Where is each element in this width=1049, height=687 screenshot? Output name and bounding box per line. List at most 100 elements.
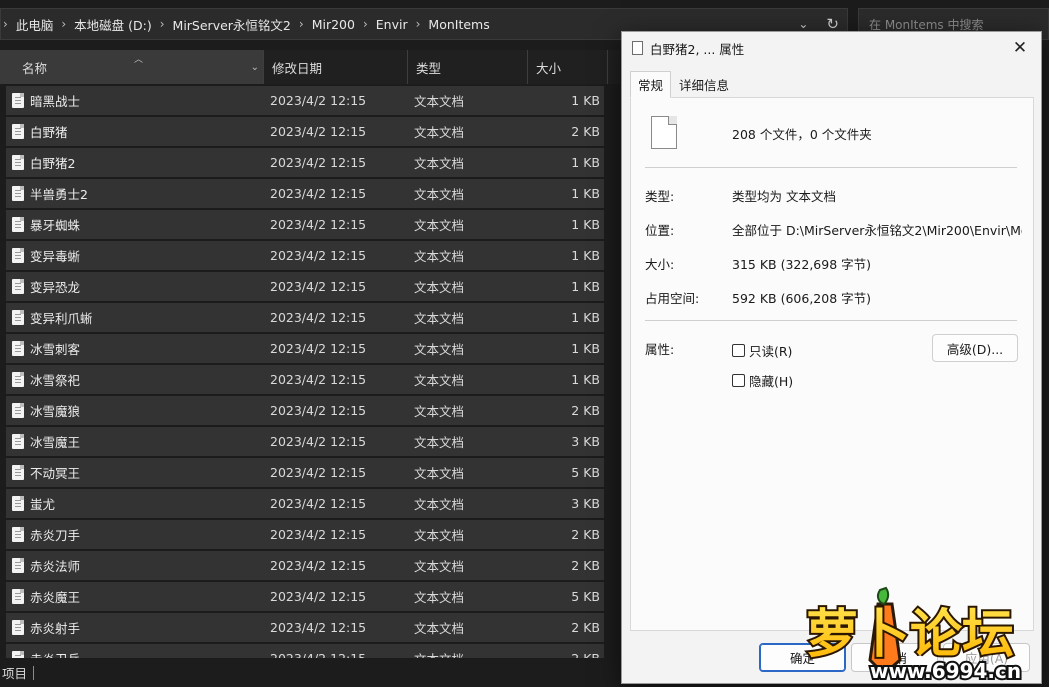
chevron-right-icon[interactable]: › (160, 17, 165, 31)
file-type: 文本文档 (414, 125, 465, 140)
file-size: 1 KB (571, 341, 600, 356)
file-list: 暗黑战士 2023/4/2 12:15 文本文档 1 KB 白野猪 2023/4/2 12… (0, 85, 620, 658)
column-header-name[interactable]: ︿ 名称 ⌄ (0, 50, 264, 84)
ok-button[interactable]: 确定 (759, 643, 846, 672)
text-file-icon (12, 527, 24, 542)
file-row[interactable]: 不动冥王 2023/4/2 12:15 文本文档 5 KB (6, 458, 604, 487)
file-date: 2023/4/2 12:15 (270, 496, 367, 511)
breadcrumb-item-monitems[interactable]: MonItems (428, 17, 489, 32)
file-row[interactable]: 赤炎魔王 2023/4/2 12:15 文本文档 5 KB (6, 582, 604, 611)
file-row[interactable]: 白野猪 2023/4/2 12:15 文本文档 2 KB (6, 117, 604, 146)
file-type: 文本文档 (414, 342, 465, 357)
text-file-icon (12, 589, 24, 604)
text-file-icon (12, 403, 24, 418)
document-icon (632, 41, 643, 55)
location-label: 位置: (645, 223, 675, 238)
file-row[interactable]: 蚩尤 2023/4/2 12:15 文本文档 3 KB (6, 489, 604, 518)
file-size: 3 KB (571, 434, 600, 449)
file-size: 2 KB (571, 651, 600, 658)
file-name: 白野猪2 (30, 156, 76, 171)
sort-ascending-icon: ︿ (134, 55, 144, 65)
tab-details[interactable]: 详细信息 (671, 71, 737, 98)
file-row[interactable]: 半兽勇士2 2023/4/2 12:15 文本文档 1 KB (6, 179, 604, 208)
file-date: 2023/4/2 12:15 (270, 124, 367, 139)
file-date: 2023/4/2 12:15 (270, 651, 366, 658)
status-divider (33, 665, 35, 680)
file-type: 文本文档 (414, 621, 465, 636)
file-date: 2023/4/2 12:15 (270, 155, 367, 170)
advanced-button[interactable]: 高级(D)... (932, 334, 1018, 362)
divider (645, 167, 1017, 168)
file-size: 1 KB (571, 186, 600, 201)
file-row[interactable]: 暗黑战士 2023/4/2 12:15 文本文档 1 KB (6, 86, 604, 115)
file-count-text: 208 个文件，0 个文件夹 (732, 127, 872, 142)
multiple-files-icon (647, 116, 677, 156)
file-row[interactable]: 赤炎法师 2023/4/2 12:15 文本文档 2 KB (6, 551, 604, 580)
checkbox-box[interactable] (732, 344, 745, 357)
cancel-button[interactable]: 取消 (851, 643, 938, 672)
file-row[interactable]: 冰雪刺客 2023/4/2 12:15 文本文档 1 KB (6, 334, 604, 363)
chevron-right-icon[interactable]: › (61, 17, 66, 31)
breadcrumb-item-mirserver[interactable]: MirServer永恒铭文2 (173, 15, 291, 34)
file-type: 文本文档 (414, 649, 464, 658)
text-file-icon (12, 558, 24, 573)
chevron-right-icon[interactable]: › (416, 17, 421, 31)
file-type: 文本文档 (414, 590, 465, 605)
file-type: 文本文档 (414, 404, 465, 419)
file-name: 赤炎刀手 (30, 528, 81, 543)
chevron-right-icon[interactable]: › (299, 17, 304, 31)
size-value: 315 KB (322,698 字节) (732, 257, 871, 272)
file-row[interactable]: 变异恐龙 2023/4/2 12:15 文本文档 1 KB (6, 272, 604, 301)
column-header-type[interactable]: 类型 (408, 50, 528, 84)
file-row[interactable]: 变异利爪蜥 2023/4/2 12:15 文本文档 1 KB (6, 303, 604, 332)
readonly-checkbox[interactable]: 只读(R) (732, 341, 792, 360)
text-file-icon (12, 93, 24, 108)
apply-button[interactable]: 应用(A) (943, 643, 1030, 672)
file-type: 文本文档 (414, 218, 465, 233)
general-panel: 208 个文件，0 个文件夹 类型: 类型均为 文本文档 位置: 全部位于 D:… (630, 97, 1034, 631)
file-row[interactable]: 赤炎射手 2023/4/2 12:15 文本文档 2 KB (6, 613, 604, 642)
file-name: 不动冥王 (30, 466, 81, 481)
breadcrumb-item-drive-d[interactable]: 本地磁盘 (D:) (74, 15, 152, 34)
chevron-down-icon[interactable]: ⌄ (798, 17, 808, 31)
column-header-date[interactable]: 修改日期 (264, 50, 408, 84)
properties-dialog: 白野猪2, ... 属性 ✕ 常规 详细信息 208 个文件，0 个文件夹 类型… (621, 31, 1042, 684)
tab-general[interactable]: 常规 (630, 71, 672, 98)
chevron-right-icon[interactable]: › (363, 17, 368, 31)
file-row[interactable]: 赤炎卫兵 2023/4/2 12:15 文本文档 2 KB (6, 644, 604, 658)
file-name: 白野猪 (30, 125, 68, 140)
file-type: 文本文档 (414, 249, 465, 264)
hidden-checkbox[interactable]: 隐藏(H) (732, 371, 793, 390)
text-file-icon (12, 651, 24, 658)
file-type: 文本文档 (414, 528, 465, 543)
text-file-icon (12, 186, 24, 201)
file-name: 赤炎卫兵 (30, 649, 80, 658)
breadcrumb-item-mir200[interactable]: Mir200 (312, 17, 355, 32)
file-row[interactable]: 冰雪祭祀 2023/4/2 12:15 文本文档 1 KB (6, 365, 604, 394)
dialog-titlebar[interactable]: 白野猪2, ... 属性 ✕ (622, 32, 1041, 64)
close-icon[interactable]: ✕ (999, 32, 1041, 64)
text-file-icon (12, 465, 24, 480)
text-file-icon (12, 248, 24, 263)
file-row[interactable]: 变异毒蜥 2023/4/2 12:15 文本文档 1 KB (6, 241, 604, 270)
file-row[interactable]: 赤炎刀手 2023/4/2 12:15 文本文档 2 KB (6, 520, 604, 549)
location-value: 全部位于 D:\MirServer永恒铭文2\Mir200\Envir\MonI… (732, 223, 1022, 238)
column-header-size[interactable]: 大小 (528, 50, 608, 84)
type-value: 类型均为 文本文档 (732, 189, 836, 204)
file-row[interactable]: 冰雪魔王 2023/4/2 12:15 文本文档 3 KB (6, 427, 604, 456)
file-name: 暴牙蜘蛛 (30, 218, 81, 233)
file-date: 2023/4/2 12:15 (270, 589, 367, 604)
chevron-down-icon[interactable]: ⌄ (251, 62, 259, 73)
file-date: 2023/4/2 12:15 (270, 465, 367, 480)
file-row[interactable]: 暴牙蜘蛛 2023/4/2 12:15 文本文档 1 KB (6, 210, 604, 239)
file-name: 蚩尤 (30, 497, 56, 512)
file-row[interactable]: 白野猪2 2023/4/2 12:15 文本文档 1 KB (6, 148, 604, 177)
breadcrumb-item-this-pc[interactable]: 此电脑 (16, 15, 54, 34)
file-date: 2023/4/2 12:15 (270, 93, 367, 108)
checkbox-box[interactable] (732, 374, 745, 387)
file-row[interactable]: 冰雪魔狼 2023/4/2 12:15 文本文档 2 KB (6, 396, 604, 425)
breadcrumb-item-envir[interactable]: Envir (376, 17, 408, 32)
file-type: 文本文档 (414, 466, 465, 481)
dialog-button-row: 确定 取消 应用(A) (622, 643, 1041, 675)
file-size: 3 KB (571, 496, 600, 511)
